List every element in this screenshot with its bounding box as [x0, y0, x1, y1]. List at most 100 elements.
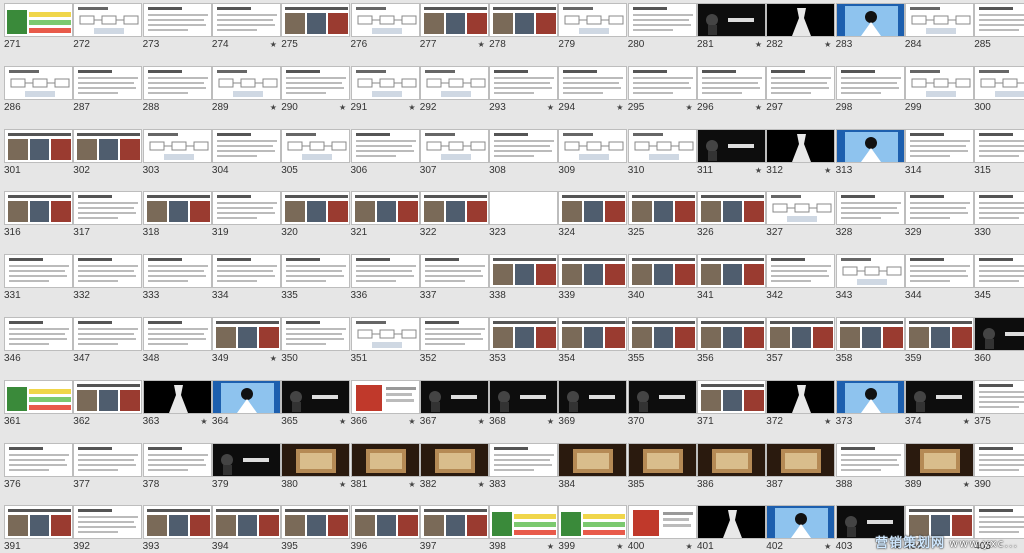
slide-preview[interactable]	[350, 191, 420, 226]
transition-star-icon[interactable]: ★	[200, 416, 207, 427]
slide-preview[interactable]	[350, 442, 420, 477]
slide-thumbnail[interactable]: 272	[73, 3, 143, 59]
slide-preview[interactable]	[904, 191, 974, 226]
slide-thumbnail[interactable]: 322	[419, 191, 489, 247]
slide-thumbnail[interactable]: 341	[697, 254, 766, 310]
slide-preview[interactable]	[419, 317, 489, 351]
slide-preview[interactable]	[419, 379, 489, 414]
slide-thumbnail[interactable]: 335	[281, 254, 351, 310]
slide-thumbnail[interactable]: 342	[766, 254, 836, 310]
slide-thumbnail[interactable]: 382 ★	[419, 442, 489, 499]
transition-star-icon[interactable]: ★	[408, 479, 415, 490]
slide-preview[interactable]	[558, 317, 628, 351]
slide-thumbnail[interactable]: 387	[766, 442, 836, 499]
slide-thumbnail[interactable]: 278	[489, 3, 559, 59]
slide-preview[interactable]	[904, 3, 974, 37]
slide-preview[interactable]	[489, 191, 559, 226]
transition-star-icon[interactable]: ★	[616, 102, 623, 113]
slide-preview[interactable]	[419, 254, 489, 289]
slide-thumbnail[interactable]: 384	[558, 442, 628, 499]
slide-thumbnail[interactable]: 375	[974, 379, 1024, 436]
transition-star-icon[interactable]: ★	[478, 416, 485, 427]
slide-thumbnail[interactable]: 368 ★	[489, 379, 559, 436]
slide-thumbnail[interactable]: 354	[558, 317, 628, 373]
slide-preview[interactable]	[211, 317, 281, 351]
slide-preview[interactable]	[697, 254, 766, 289]
slide-thumbnail[interactable]: 344	[904, 254, 974, 310]
slide-thumbnail[interactable]: 333	[142, 254, 212, 310]
slide-thumbnail[interactable]: 339	[558, 254, 628, 310]
slide-thumbnail[interactable]: 369	[558, 379, 628, 436]
slide-preview[interactable]	[489, 379, 559, 414]
transition-star-icon[interactable]: ★	[824, 416, 831, 427]
slide-thumbnail[interactable]: 343	[835, 254, 905, 310]
slide-preview[interactable]	[835, 442, 905, 477]
slide-thumbnail[interactable]: 401	[697, 505, 766, 553]
slide-thumbnail[interactable]: 364	[211, 379, 281, 436]
transition-star-icon[interactable]: ★	[686, 102, 693, 113]
slide-preview[interactable]	[142, 379, 212, 414]
slide-thumbnail[interactable]: 336	[350, 254, 420, 310]
slide-preview[interactable]	[142, 128, 212, 163]
slide-preview[interactable]	[974, 65, 1024, 100]
slide-thumbnail[interactable]: 331	[4, 254, 73, 310]
slide-thumbnail[interactable]: 313	[835, 128, 905, 185]
slide-preview[interactable]	[697, 442, 766, 477]
slide-preview[interactable]	[697, 505, 766, 540]
transition-star-icon[interactable]: ★	[616, 541, 623, 552]
slide-preview[interactable]	[142, 3, 212, 37]
slide-thumbnail[interactable]: 365 ★	[281, 379, 351, 436]
slide-preview[interactable]	[211, 254, 281, 289]
slide-preview[interactable]	[73, 505, 143, 540]
slide-preview[interactable]	[974, 379, 1024, 414]
slide-preview[interactable]	[904, 128, 974, 163]
slide-thumbnail[interactable]: 381 ★	[350, 442, 420, 499]
slide-thumbnail[interactable]: 372 ★	[766, 379, 836, 436]
slide-preview[interactable]	[835, 254, 905, 289]
slide-thumbnail[interactable]: 273	[142, 3, 212, 59]
slide-thumbnail[interactable]: 395	[281, 505, 351, 553]
slide-preview[interactable]	[281, 317, 351, 351]
slide-thumbnail[interactable]: 348	[142, 317, 212, 373]
slide-preview[interactable]	[281, 65, 351, 100]
slide-thumbnail[interactable]: 332	[73, 254, 143, 310]
slide-preview[interactable]	[558, 254, 628, 289]
slide-preview[interactable]	[835, 317, 905, 351]
slide-preview[interactable]	[489, 65, 559, 100]
slide-thumbnail[interactable]: 316	[4, 191, 73, 247]
slide-preview[interactable]	[419, 65, 489, 100]
slide-thumbnail[interactable]: 370	[627, 379, 697, 436]
slide-thumbnail[interactable]: 398 ★	[489, 505, 559, 553]
slide-preview[interactable]	[73, 191, 143, 226]
transition-star-icon[interactable]: ★	[339, 416, 346, 427]
slide-preview[interactable]	[697, 128, 766, 163]
slide-preview[interactable]	[73, 3, 143, 37]
slide-preview[interactable]	[558, 3, 628, 37]
slide-thumbnail[interactable]: 280	[627, 3, 697, 59]
slide-thumbnail[interactable]: 388	[835, 442, 905, 499]
slide-thumbnail[interactable]: 303	[142, 128, 212, 185]
slide-thumbnail[interactable]: 292	[419, 65, 489, 122]
slide-thumbnail[interactable]: 392	[73, 505, 143, 553]
slide-thumbnail[interactable]: 371	[697, 379, 766, 436]
transition-star-icon[interactable]: ★	[755, 102, 762, 113]
slide-thumbnail[interactable]: 290 ★	[281, 65, 351, 122]
slide-thumbnail[interactable]: 306	[350, 128, 420, 185]
slide-preview[interactable]	[142, 505, 212, 540]
slide-preview[interactable]	[627, 505, 697, 540]
slide-thumbnail[interactable]: 297	[766, 65, 836, 122]
slide-thumbnail[interactable]: 279	[558, 3, 628, 59]
transition-star-icon[interactable]: ★	[408, 416, 415, 427]
slide-thumbnail[interactable]: 359	[904, 317, 974, 373]
slide-thumbnail[interactable]: 377	[73, 442, 143, 499]
slide-preview[interactable]	[974, 128, 1024, 163]
slide-thumbnail[interactable]: 276	[350, 3, 420, 59]
slide-thumbnail[interactable]: 363 ★	[142, 379, 212, 436]
slide-preview[interactable]	[974, 317, 1024, 351]
slide-thumbnail[interactable]: 326	[697, 191, 766, 247]
slide-thumbnail[interactable]: 337	[419, 254, 489, 310]
slide-thumbnail[interactable]: 394	[211, 505, 281, 553]
transition-star-icon[interactable]: ★	[478, 479, 485, 490]
slide-preview[interactable]	[489, 442, 559, 477]
slide-preview[interactable]	[211, 3, 281, 37]
